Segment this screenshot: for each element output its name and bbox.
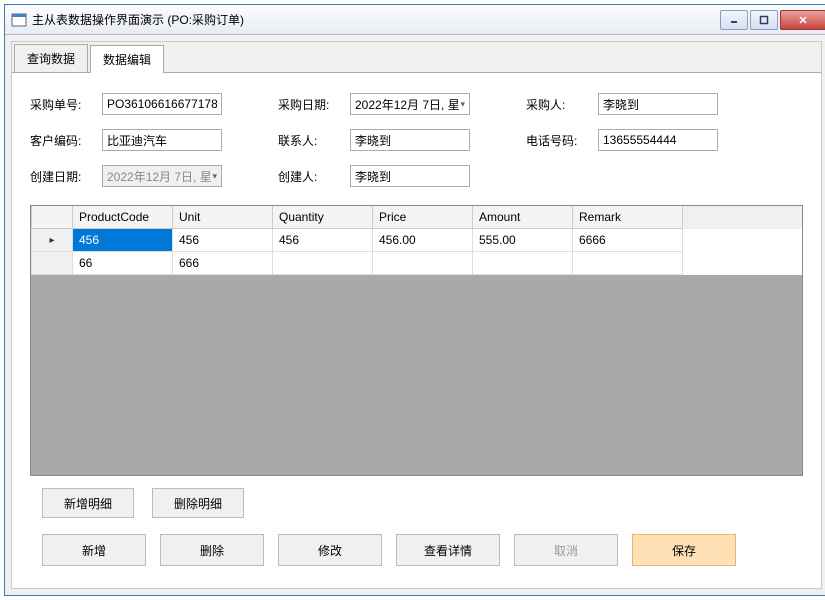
form-row-1: 采购单号: 采购日期: 2022年12月 7日, 星▾ 采购人: [30, 93, 803, 115]
input-contact[interactable] [350, 129, 470, 151]
cell-quantity[interactable] [273, 252, 373, 275]
cell-remark[interactable] [573, 252, 683, 275]
tab-strip: 查询数据 数据编辑 [12, 42, 821, 73]
cancel-button[interactable]: 取消 [514, 534, 618, 566]
grid-header: ProductCode Unit Quantity Price Amount R… [31, 206, 802, 229]
delete-button[interactable]: 删除 [160, 534, 264, 566]
input-buyer[interactable] [598, 93, 718, 115]
input-creator[interactable] [350, 165, 470, 187]
close-button[interactable] [780, 10, 825, 30]
row-indicator: ▸ [31, 229, 73, 252]
label-contact: 联系人: [278, 132, 342, 149]
input-phone[interactable] [598, 129, 718, 151]
modify-button[interactable]: 修改 [278, 534, 382, 566]
app-icon [11, 12, 27, 28]
tab-body: 采购单号: 采购日期: 2022年12月 7日, 星▾ 采购人: 客户编码: 联… [12, 73, 821, 588]
col-product-code[interactable]: ProductCode [73, 206, 173, 229]
col-price[interactable]: Price [373, 206, 473, 229]
table-row[interactable]: ▸ 456 456 456 456.00 555.00 6666 [31, 229, 802, 252]
add-detail-button[interactable]: 新增明细 [42, 488, 134, 518]
form-row-2: 客户编码: 联系人: 电话号码: [30, 129, 803, 151]
col-unit[interactable]: Unit [173, 206, 273, 229]
col-quantity[interactable]: Quantity [273, 206, 373, 229]
table-row[interactable]: 66 666 [31, 252, 802, 275]
maximize-button[interactable] [750, 10, 778, 30]
view-button[interactable]: 查看详情 [396, 534, 500, 566]
col-remark[interactable]: Remark [573, 206, 683, 229]
content-area: 查询数据 数据编辑 采购单号: 采购日期: 2022年12月 7日, 星▾ 采购… [11, 41, 822, 589]
input-create-date: 2022年12月 7日, 星▾ [102, 165, 222, 187]
cell-price[interactable]: 456.00 [373, 229, 473, 252]
col-selector[interactable] [31, 206, 73, 229]
titlebar: 主从表数据操作界面演示 (PO:采购订单) [5, 5, 825, 35]
tab-edit[interactable]: 数据编辑 [90, 45, 164, 73]
cell-product-code[interactable]: 456 [73, 229, 173, 252]
cell-unit[interactable]: 456 [173, 229, 273, 252]
cell-unit[interactable]: 666 [173, 252, 273, 275]
delete-detail-button[interactable]: 删除明细 [152, 488, 244, 518]
input-po-date[interactable]: 2022年12月 7日, 星▾ [350, 93, 470, 115]
label-buyer: 采购人: [526, 96, 590, 113]
label-phone: 电话号码: [526, 132, 590, 149]
save-button[interactable]: 保存 [632, 534, 736, 566]
window-title: 主从表数据操作界面演示 (PO:采购订单) [32, 11, 720, 28]
main-window: 主从表数据操作界面演示 (PO:采购订单) 查询数据 数据编辑 采购单号: 采购… [4, 4, 825, 596]
label-create-date: 创建日期: [30, 168, 94, 185]
window-buttons [720, 10, 825, 30]
cell-amount[interactable]: 555.00 [473, 229, 573, 252]
add-button[interactable]: 新增 [42, 534, 146, 566]
cell-product-code[interactable]: 66 [73, 252, 173, 275]
input-customer-code[interactable] [102, 129, 222, 151]
row-indicator [31, 252, 73, 275]
cell-remark[interactable]: 6666 [573, 229, 683, 252]
cell-amount[interactable] [473, 252, 573, 275]
detail-buttons: 新增明细 删除明细 [30, 476, 803, 520]
main-buttons: 新增 删除 修改 查看详情 取消 保存 [30, 520, 803, 578]
chevron-down-icon: ▾ [212, 171, 217, 182]
label-po-no: 采购单号: [30, 96, 94, 113]
chevron-down-icon: ▾ [460, 99, 465, 110]
form-row-3: 创建日期: 2022年12月 7日, 星▾ 创建人: [30, 165, 803, 187]
cell-quantity[interactable]: 456 [273, 229, 373, 252]
col-amount[interactable]: Amount [473, 206, 573, 229]
minimize-button[interactable] [720, 10, 748, 30]
label-po-date: 采购日期: [278, 96, 342, 113]
input-po-no[interactable] [102, 93, 222, 115]
tab-query[interactable]: 查询数据 [14, 44, 88, 72]
cell-price[interactable] [373, 252, 473, 275]
detail-grid[interactable]: ProductCode Unit Quantity Price Amount R… [30, 205, 803, 476]
label-customer-code: 客户编码: [30, 132, 94, 149]
label-creator: 创建人: [278, 168, 342, 185]
